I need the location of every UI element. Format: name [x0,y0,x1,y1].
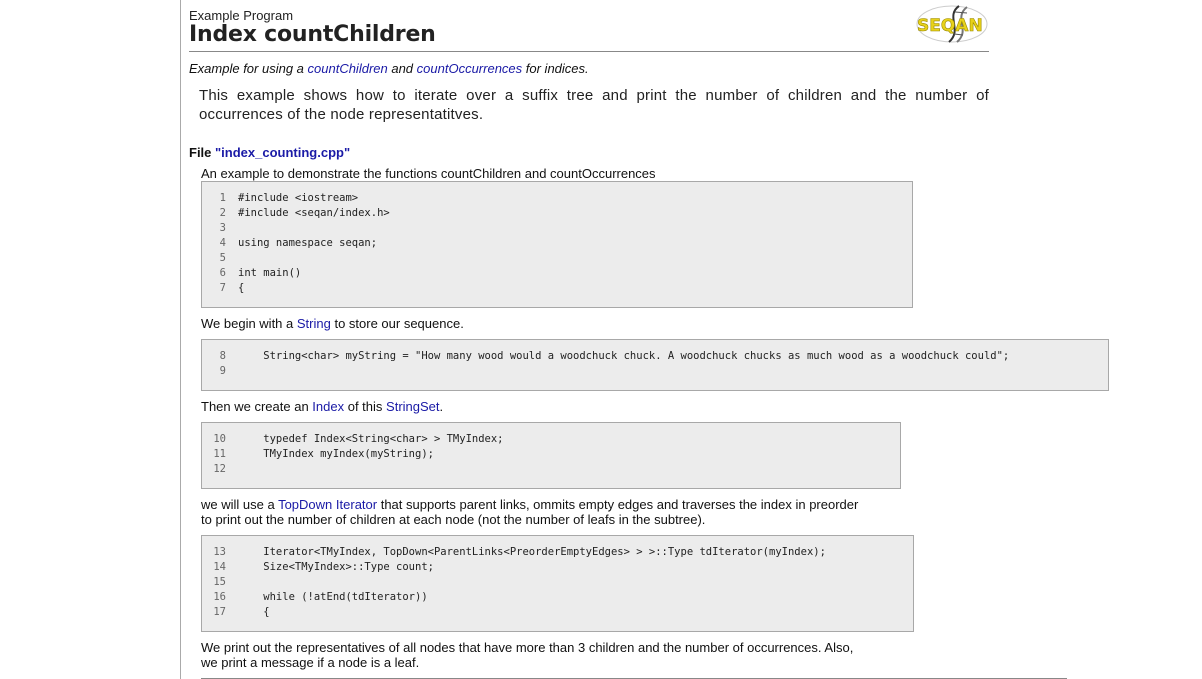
code-text: Iterator<TMyIndex, TopDown<ParentLinks<P… [238,546,826,558]
header-divider [189,51,989,52]
line-number: 7 [219,282,226,294]
index-link[interactable]: Index [312,399,344,414]
s2-suffix: to store our sequence. [330,316,464,331]
section-3-text: Then we create an Index of this StringSe… [201,399,443,414]
section-2-text: We begin with a String to store our sequ… [201,316,464,331]
countchildren-link[interactable]: countChildren [308,61,388,76]
code-block-4: 13 Iterator<TMyIndex, TopDown<ParentLink… [201,535,914,632]
s4-prefix: we will use a [201,497,279,512]
line-number: 13 [213,546,226,558]
line-number: 4 [219,237,226,249]
code-text: using namespace seqan; [238,237,378,249]
subtitle-middle: and [387,61,417,76]
s3-middle: of this [344,399,387,414]
seqan-logo[interactable]: SEQAN [915,4,989,44]
s5-line1: We print out the representatives of all … [201,640,854,655]
line-number: 10 [213,433,226,445]
code-text: #include <seqan/index.h> [238,207,390,219]
page-kicker: Example Program [189,8,294,23]
line-number: 15 [213,576,226,588]
logo-text: SEQAN [917,16,983,36]
intro-paragraph: This example shows how to iterate over a… [199,87,989,123]
stringset-link[interactable]: StringSet [386,399,439,414]
line-number: 6 [219,267,226,279]
file-name: "index_counting.cpp" [215,145,351,160]
s3-prefix: Then we create an [201,399,313,414]
section-1-text: An example to demonstrate the functions … [201,166,656,181]
line-number: 1 [219,192,226,204]
line-number: 2 [219,207,226,219]
iterator-link[interactable]: Iterator [336,497,377,512]
line-number: 3 [219,222,226,234]
code-text: Size<TMyIndex>::Type count; [238,561,434,573]
code-text: { [238,606,270,618]
string-link[interactable]: String [297,316,331,331]
s5-line2: we print a message if a node is a leaf. [201,655,420,670]
code-text: while (!atEnd(tdIterator)) [238,591,428,603]
topdown-link[interactable]: TopDown [278,497,332,512]
line-number: 14 [213,561,226,573]
line-number: 9 [219,365,226,377]
code-text: typedef Index<String<char> > TMyIndex; [238,433,504,445]
line-number: 17 [213,606,226,618]
line-number: 11 [213,448,226,460]
code-text: #include <iostream> [238,192,359,204]
code-text: TMyIndex myIndex(myString); [238,448,434,460]
s3-suffix: . [439,399,444,414]
subtitle-prefix: Example for using a [189,61,308,76]
code-text: String<char> myString = "How many wood w… [238,350,1010,362]
line-number: 8 [219,350,226,362]
s2-prefix: We begin with a [201,316,297,331]
code-block-1: 1 #include <iostream> 2 #include <seqan/ind… [201,181,913,308]
subtitle-suffix: for indices. [522,61,589,76]
left-border [180,0,181,679]
page-title: Index countChildren [189,22,436,47]
code-text: { [238,282,245,294]
section-5-text: We print out the representatives of all … [201,640,853,670]
page-subtitle: Example for using a countChildren and co… [189,61,589,76]
code-block-3: 10 typedef Index<String<char> > TMyIndex… [201,422,901,489]
section-4-text: we will use a TopDown Iterator that supp… [201,497,858,527]
file-heading: File "index_counting.cpp" [189,145,350,160]
code-text: int main() [238,267,302,279]
code-block-2: 8 String<char> myString = "How many wood… [201,339,1109,391]
s4-suffix: that supports parent links, ommits empty… [377,497,859,512]
line-number: 16 [213,591,226,603]
s4-line2: to print out the number of children at e… [201,512,706,527]
file-label: File [189,145,216,160]
countoccurrences-link[interactable]: countOccurrences [417,61,523,76]
line-number: 12 [213,463,226,475]
line-number: 5 [219,252,226,264]
